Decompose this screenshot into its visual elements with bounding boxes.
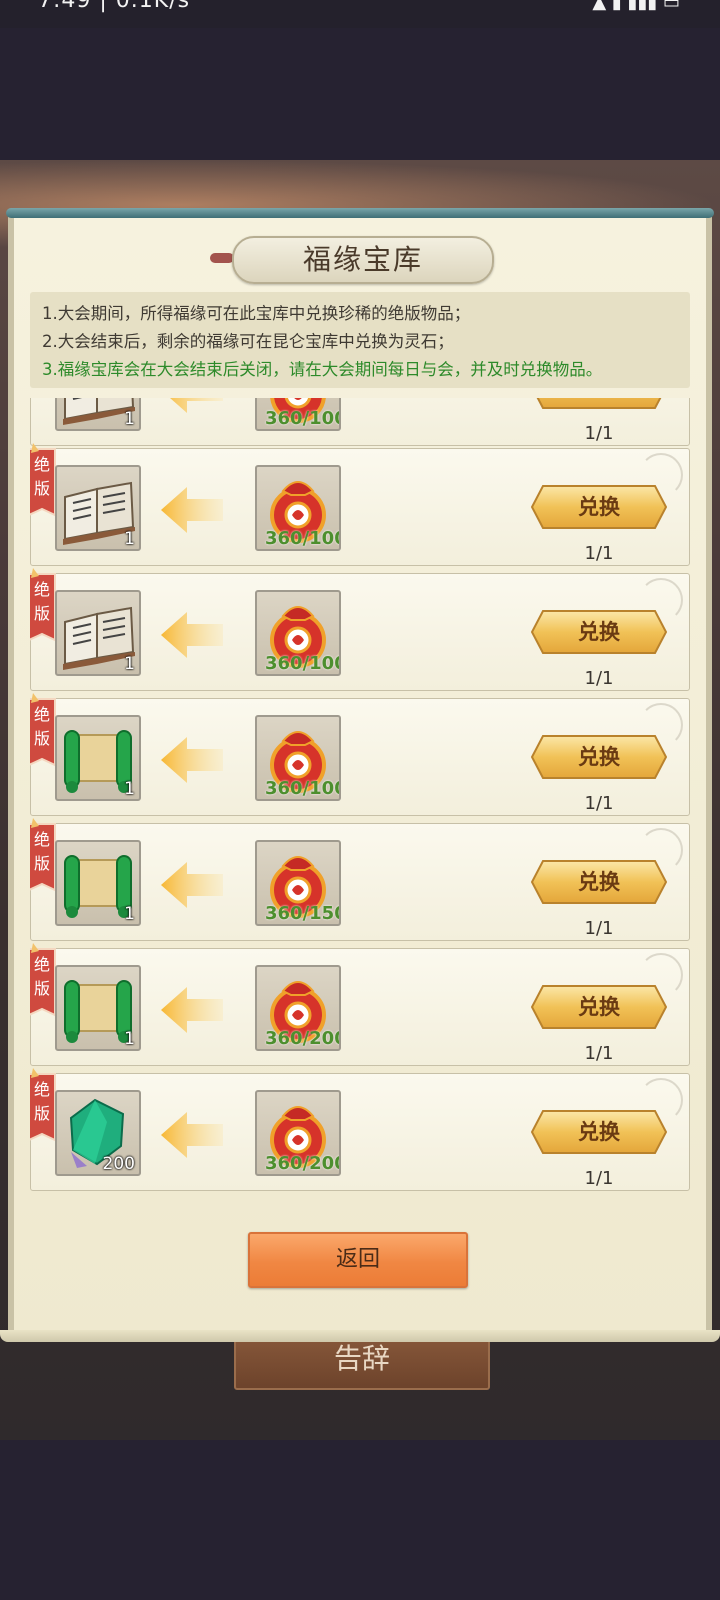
rule-3: 3.福缘宝库会在大会结束后关闭，请在大会期间每日与会，并及时兑换物品。 [42, 360, 603, 379]
exchange-button-label: 兑换 [578, 495, 620, 519]
cost-item-slot[interactable]: 360/150 [255, 840, 341, 926]
limited-badge: 绝版 [30, 443, 57, 521]
rules-box: 1.大会期间，所得福缘可在此宝库中兑换珍稀的绝版物品； 2.大会结束后，剩余的福… [30, 292, 690, 388]
limited-badge: 绝版 [30, 1068, 57, 1146]
reward-quantity: 1 [124, 654, 135, 674]
exchange-limit: 1/1 [584, 1043, 614, 1064]
arrow-left-icon [159, 985, 225, 1035]
reward-quantity: 200 [102, 1154, 135, 1174]
reward-quantity: 1 [124, 904, 135, 924]
back-button[interactable]: 返回 [248, 1232, 468, 1288]
exchange-list[interactable]: 绝版 1 360/100 1/1 绝版 1 360/100 兑换 1/1 绝版 1 360/100 兑换… [30, 398, 690, 1208]
page-title: 福缘宝库 [302, 243, 423, 276]
title-knob-left [210, 253, 234, 263]
reward-item-slot[interactable]: 1 [55, 398, 141, 431]
limited-badge-label: 绝版 [33, 830, 50, 873]
cost-amount: 360/100 [265, 653, 341, 674]
reward-quantity: 1 [124, 779, 135, 799]
cost-amount: 360/100 [265, 778, 341, 799]
limited-badge-label: 绝版 [33, 455, 50, 498]
exchange-button[interactable]: 兑换 [531, 860, 667, 904]
status-time: 7:49 | 0.1K/s [38, 0, 191, 13]
exchange-button[interactable] [531, 398, 667, 409]
limited-badge: 绝版 [30, 693, 57, 771]
limited-badge-label: 绝版 [33, 1080, 50, 1123]
title-plate: 福缘宝库 [232, 236, 494, 284]
cost-item-slot[interactable]: 360/100 [255, 398, 341, 431]
rule-1: 1.大会期间，所得福缘可在此宝库中兑换珍稀的绝版物品； [42, 304, 471, 323]
exchange-limit: 1/1 [584, 1168, 614, 1189]
exchange-button-label: 兑换 [578, 870, 620, 894]
exchange-row: 绝版 1 360/150 兑换 1/1 [30, 818, 690, 941]
arrow-left-icon [159, 398, 225, 415]
limited-badge-label: 绝版 [33, 955, 50, 998]
cost-item-slot[interactable]: 360/100 [255, 465, 341, 551]
status-icons: ▲ ▮ ▮▮▮ ▭ [592, 0, 680, 13]
reward-quantity: 1 [124, 1029, 135, 1049]
reward-quantity: 1 [124, 409, 135, 429]
arrow-left-icon [159, 735, 225, 785]
exchange-limit: 1/1 [584, 543, 614, 564]
exchange-limit: 1/1 [584, 918, 614, 939]
exchange-button[interactable]: 兑换 [531, 610, 667, 654]
limited-badge: 绝版 [30, 568, 57, 646]
exchange-button-label: 兑换 [578, 620, 620, 644]
scroll-rod [6, 208, 714, 218]
system-nav-bar [0, 1440, 720, 1600]
cost-amount: 360/100 [265, 528, 341, 549]
cost-amount: 360/200 [265, 1028, 341, 1049]
exchange-button-label: 兑换 [578, 1120, 620, 1144]
reward-item-slot[interactable]: 1 [55, 590, 141, 676]
reward-item-slot[interactable]: 1 [55, 715, 141, 801]
exchange-button[interactable]: 兑换 [531, 485, 667, 529]
arrow-left-icon [159, 860, 225, 910]
exchange-button[interactable]: 兑换 [531, 1110, 667, 1154]
exchange-button-label: 兑换 [578, 745, 620, 769]
cost-item-slot[interactable]: 360/100 [255, 715, 341, 801]
reward-item-slot[interactable]: 1 [55, 965, 141, 1051]
reward-item-slot[interactable]: 1 [55, 465, 141, 551]
limited-badge: 绝版 [30, 818, 57, 896]
limited-badge: 绝版 [30, 943, 57, 1021]
exchange-row: 绝版 1 360/100 1/1 [30, 398, 690, 446]
back-button-label: 返回 [335, 1247, 380, 1272]
exchange-limit: 1/1 [584, 668, 614, 689]
exchange-row: 绝版 1 360/100 兑换 1/1 [30, 443, 690, 566]
cost-item-slot[interactable]: 360/200 [255, 1090, 341, 1176]
cost-amount: 360/100 [265, 408, 341, 429]
exchange-row: 绝版 1 360/100 兑换 1/1 [30, 568, 690, 691]
exchange-button-label: 兑换 [578, 995, 620, 1019]
exchange-row: 绝版 200 360/200 兑换 1/1 [30, 1068, 690, 1191]
limited-badge-label: 绝版 [33, 580, 50, 623]
exchange-limit: 1/1 [584, 423, 614, 444]
scroll-bottom [0, 1330, 720, 1342]
exchange-row: 绝版 1 360/200 兑换 1/1 [30, 943, 690, 1066]
exchange-button[interactable]: 兑换 [531, 735, 667, 779]
exchange-limit: 1/1 [584, 793, 614, 814]
status-bar: 7:49 | 0.1K/s ▲ ▮ ▮▮▮ ▭ [0, 0, 720, 28]
limited-badge: 绝版 [30, 398, 57, 401]
reward-item-slot[interactable]: 200 [55, 1090, 141, 1176]
cost-amount: 360/150 [265, 903, 341, 924]
exchange-row: 绝版 1 360/100 兑换 1/1 [30, 693, 690, 816]
arrow-left-icon [159, 485, 225, 535]
reward-quantity: 1 [124, 529, 135, 549]
cost-amount: 360/200 [265, 1153, 341, 1174]
rule-2: 2.大会结束后，剩余的福缘可在昆仑宝库中兑换为灵石； [42, 332, 454, 351]
arrow-left-icon [159, 1110, 225, 1160]
exchange-button[interactable]: 兑换 [531, 985, 667, 1029]
arrow-left-icon [159, 610, 225, 660]
limited-badge-label: 绝版 [33, 705, 50, 748]
cost-item-slot[interactable]: 360/200 [255, 965, 341, 1051]
reward-item-slot[interactable]: 1 [55, 840, 141, 926]
cost-item-slot[interactable]: 360/100 [255, 590, 341, 676]
